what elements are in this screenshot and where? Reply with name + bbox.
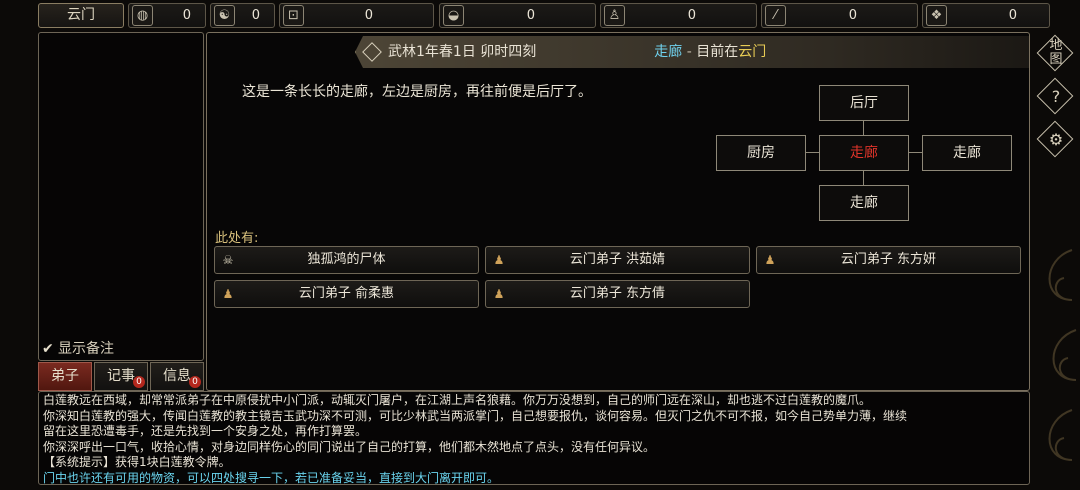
resource-value: 0 [687,8,696,23]
resource-coin-pouch[interactable]: ◍ 0 [128,3,206,28]
resource-value: 0 [182,8,191,23]
help-button[interactable]: ? [1036,77,1075,116]
log-line: 留在这里恐遭毒手，还是先找到一个安身之处，再作打算罢。 [43,424,368,438]
entity-label: 云门弟子 洪茹婧 [569,252,666,267]
map-button[interactable]: 地图 [1036,34,1075,73]
question-mark-icon: ? [1051,87,1061,106]
resource-bar: 云门 ◍ 0 ☯ 0 ⊡ 0 ◒ 0 ♙ 0 ⁄ 0 ❖ 0 [0,0,1080,32]
compass-icon [362,42,382,62]
entity-disciple[interactable]: ♟ 云门弟子 洪茹婧 [485,246,750,274]
game-date: 武林1年春1日 卯时四刻 [388,44,537,60]
resource-yin-yang[interactable]: ☯ 0 [210,3,275,28]
decorative-cloud-pattern [1032,240,1080,486]
room-north[interactable]: 后厅 [819,85,909,121]
gear-icon: ⚙ [1048,130,1064,149]
room-south[interactable]: 走廊 [819,185,909,221]
location-header: 武林1年春1日 卯时四刻 走廊 - 目前在云门 [362,36,767,68]
tab-label: 信息 [163,368,191,384]
log-line: 你深深呼出一口气，收拾心情，对身边同样伤心的同门说出了自己的打算，他们都木然地点… [43,439,656,454]
room-description: 这是一条长长的走廊，左边是厨房，再往前便是后厅了。 [242,84,592,100]
show-notes-label: 显示备注 [58,341,114,357]
entity-corpse[interactable]: ☠ 独孤鸿的尸体 [214,246,479,274]
entity-label: 云门弟子 东方倩 [569,286,666,301]
rice-bowl-icon: ◒ [443,5,464,26]
room-west[interactable]: 厨房 [716,135,806,171]
square-coin-icon: ⊡ [283,5,304,26]
person-icon: ♟ [493,253,505,267]
resource-value: 0 [251,8,260,23]
resource-ore[interactable]: ❖ 0 [922,3,1050,28]
log-line: 你深知白莲教的强大，传闻白莲教的教主镜吉玉武功深不可测，可比少林武当两派掌门，自… [43,408,908,423]
current-sect: 云门 [738,44,767,60]
person-icon: ♟ [764,253,776,267]
person-icon: ♟ [222,287,234,301]
resource-rice-bowl[interactable]: ◒ 0 [439,3,596,28]
log-line: 【系统提示】获得1块白莲教令牌。 [43,455,231,469]
log-line-system: 门中也许还有可用的物资，可以四处搜寻一下，若已准备妥当，直接到大门离开即可。 [43,470,500,485]
left-panel [38,32,204,361]
tab-messages[interactable]: 信息 0 [150,362,204,391]
log-line: 白莲教远在西域，却常常派弟子在中原侵扰中小门派，动辄灭门屠户，在江湖上声名狼藉。… [43,393,872,407]
message-log[interactable]: 白莲教远在西域，却常常派弟子在中原侵扰中小门派，动辄灭门屠户，在江湖上声名狼藉。… [38,391,1030,485]
notification-badge: 0 [133,376,145,388]
separator: - [686,44,692,60]
resource-value: 0 [848,8,857,23]
tab-label: 记事 [107,368,135,384]
notification-badge: 0 [189,376,201,388]
entity-label: 独孤鸿的尸体 [307,252,386,267]
entity-label: 云门弟子 东方妍 [840,252,937,267]
resource-scroll[interactable]: ⁄ 0 [761,3,918,28]
tab-label: 弟子 [51,368,79,384]
entity-disciple[interactable]: ♟ 云门弟子 东方倩 [485,280,750,308]
entity-disciple[interactable]: ♟ 云门弟子 东方妍 [756,246,1021,274]
here-label: 此处有: [215,231,259,246]
skull-icon: ☠ [222,253,234,267]
tab-disciples[interactable]: 弟子 [38,362,92,391]
medicine-bottle-icon: ♙ [604,5,625,26]
entity-disciple[interactable]: ♟ 云门弟子 俞柔惠 [214,280,479,308]
ore-icon: ❖ [926,5,947,26]
coin-pouch-icon: ◍ [132,5,153,26]
settings-button[interactable]: ⚙ [1036,120,1075,159]
tab-records[interactable]: 记事 0 [94,362,148,391]
resource-value: 0 [1008,8,1017,23]
show-notes-toggle[interactable]: ✔ 显示备注 [42,338,114,358]
resource-value: 0 [526,8,535,23]
resource-square-coin[interactable]: ⊡ 0 [279,3,434,28]
person-icon: ♟ [493,287,505,301]
currently-at-label: 目前在 [696,44,739,60]
entity-label: 云门弟子 俞柔惠 [298,286,395,301]
resource-medicine[interactable]: ♙ 0 [600,3,757,28]
sect-name-button[interactable]: 云门 [38,3,124,28]
current-location: 走廊 [654,44,683,60]
resource-value: 0 [364,8,373,23]
map-icon-label: 地图 [1049,38,1063,67]
room-current: 走廊 [819,135,909,171]
left-tabs: 弟子 记事 0 信息 0 [38,362,204,391]
scroll-icon: ⁄ [765,5,786,26]
yin-yang-icon: ☯ [214,5,235,26]
room-east[interactable]: 走廊 [922,135,1012,171]
checkmark-icon: ✔ [42,341,54,357]
